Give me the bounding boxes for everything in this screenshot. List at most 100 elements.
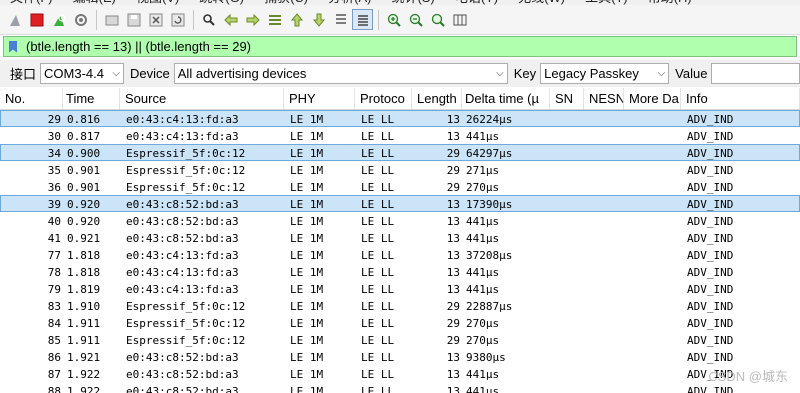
- table-cell: LE LL: [361, 232, 395, 245]
- table-cell: 441µs: [466, 266, 500, 279]
- table-row[interactable]: 88 1.922 e0:43:c8:52:bd:a3 LE 1M LE LL 13 441µ…: [0, 382, 800, 393]
- chevron-down-icon: ⌵: [112, 68, 121, 79]
- table-cell: [551, 264, 585, 279]
- table-cell: 64297µs: [466, 147, 513, 160]
- interface-bar: 接口 COM3-4.4 ⌵ Device All advertising devi…: [0, 60, 800, 87]
- table-cell: e0:43:c4:13:fd:a3: [126, 266, 239, 279]
- table-cell: 9380µs: [466, 351, 506, 364]
- table-cell: [625, 247, 682, 262]
- table-cell: 29: [446, 300, 460, 313]
- zoom-in-icon[interactable]: [383, 9, 404, 30]
- go-to-packet-icon[interactable]: [264, 9, 285, 30]
- key-label: Key: [513, 66, 537, 81]
- reload-icon[interactable]: [167, 9, 188, 30]
- table-row[interactable]: 84 1.911 Espressif_5f:0c:12 LE 1M LE LL 29 270…: [0, 314, 800, 331]
- table-row[interactable]: 39 0.920 e0:43:c8:52:bd:a3 LE 1M LE LL 13 1739…: [0, 195, 800, 212]
- table-cell: LE 1M: [290, 232, 324, 245]
- table-cell: LE LL: [361, 266, 395, 279]
- forward-icon[interactable]: [242, 9, 263, 30]
- table-cell: [625, 349, 682, 364]
- shark-fin-icon[interactable]: [4, 9, 25, 30]
- column-header[interactable]: Protoco: [355, 88, 412, 109]
- table-cell: 271µs: [466, 164, 500, 177]
- table-cell: 0.816: [67, 113, 101, 126]
- column-header[interactable]: Delta time (µ: [462, 88, 550, 109]
- key-select[interactable]: Legacy Passkey ⌵: [540, 63, 670, 84]
- table-row[interactable]: 40 0.920 e0:43:c8:52:bd:a3 LE 1M LE LL 13 441µ…: [0, 212, 800, 229]
- bookmark-icon[interactable]: [4, 37, 22, 56]
- column-header[interactable]: More Da: [624, 88, 681, 109]
- table-cell: [625, 298, 682, 313]
- table-cell: [585, 179, 625, 194]
- options-icon[interactable]: [70, 9, 91, 30]
- table-row[interactable]: 29 0.816 e0:43:c4:13:fd:a3 LE 1M LE LL 13 2622…: [0, 110, 800, 127]
- colorize-icon[interactable]: [352, 9, 373, 30]
- restart-icon[interactable]: [48, 9, 69, 30]
- table-row[interactable]: 35 0.901 Espressif_5f:0c:12 LE 1M LE LL 29 271…: [0, 161, 800, 178]
- table-cell: Espressif_5f:0c:12: [126, 164, 246, 177]
- autoscroll-icon[interactable]: [330, 9, 351, 30]
- table-cell: [585, 145, 625, 160]
- column-header[interactable]: Length: [412, 88, 462, 109]
- zoom-out-icon[interactable]: [405, 9, 426, 30]
- table-cell: [585, 349, 625, 364]
- table-cell: 83: [47, 300, 61, 313]
- find-icon[interactable]: [198, 9, 219, 30]
- table-cell: ADV_IND: [687, 147, 734, 160]
- table-cell: 1.921: [67, 351, 101, 364]
- interface-select[interactable]: COM3-4.4 ⌵: [40, 63, 125, 84]
- column-header[interactable]: No.: [0, 88, 63, 109]
- open-icon[interactable]: [101, 9, 122, 30]
- table-row[interactable]: 83 1.910 Espressif_5f:0c:12 LE 1M LE LL 29 228…: [0, 297, 800, 314]
- table-row[interactable]: 87 1.922 e0:43:c8:52:bd:a3 LE 1M LE LL 13 441µ…: [0, 365, 800, 382]
- column-header[interactable]: Source: [120, 88, 284, 109]
- resize-columns-icon[interactable]: [449, 9, 470, 30]
- table-cell: LE 1M: [290, 113, 324, 126]
- table-cell: [551, 162, 585, 177]
- table-cell: 36: [47, 181, 61, 194]
- column-header[interactable]: SN: [550, 88, 584, 109]
- close-file-icon[interactable]: [145, 9, 166, 30]
- table-cell: [625, 196, 682, 211]
- stop-icon[interactable]: [26, 9, 47, 30]
- value-input[interactable]: [711, 63, 800, 84]
- normal-size-icon[interactable]: [427, 9, 448, 30]
- table-row[interactable]: 36 0.901 Espressif_5f:0c:12 LE 1M LE LL 29 270…: [0, 178, 800, 195]
- back-icon[interactable]: [220, 9, 241, 30]
- table-cell: LE 1M: [290, 164, 324, 177]
- table-cell: 13: [446, 232, 460, 245]
- column-header[interactable]: Time: [63, 88, 120, 109]
- device-select[interactable]: All advertising devices ⌵: [173, 63, 508, 84]
- table-cell: [551, 111, 585, 126]
- table-cell: 40: [47, 215, 61, 228]
- column-header[interactable]: Info: [681, 88, 800, 109]
- table-row[interactable]: 34 0.900 Espressif_5f:0c:12 LE 1M LE LL 29 642…: [0, 144, 800, 161]
- toolbar-separator: [378, 9, 379, 30]
- interface-value: COM3-4.4: [44, 66, 104, 81]
- table-cell: LE 1M: [290, 334, 324, 347]
- table-cell: 78: [47, 266, 61, 279]
- table-cell: ADV_IND: [687, 198, 734, 211]
- table-cell: 1.910: [67, 300, 101, 313]
- table-cell: 1.911: [67, 317, 101, 330]
- table-cell: ADV_IND: [687, 130, 734, 143]
- display-filter-input[interactable]: (btle.length == 13) || (btle.length == 2…: [22, 39, 251, 54]
- table-cell: 1.818: [67, 266, 101, 279]
- last-packet-icon[interactable]: [308, 9, 329, 30]
- table-cell: Espressif_5f:0c:12: [126, 181, 246, 194]
- display-filter-bar[interactable]: (btle.length == 13) || (btle.length == 2…: [3, 36, 797, 57]
- main-toolbar: [0, 5, 800, 35]
- table-row[interactable]: 41 0.921 e0:43:c8:52:bd:a3 LE 1M LE LL 13 441µ…: [0, 229, 800, 246]
- column-header[interactable]: NESN: [584, 88, 624, 109]
- table-row[interactable]: 85 1.911 Espressif_5f:0c:12 LE 1M LE LL 29 270…: [0, 331, 800, 348]
- packet-list[interactable]: No. Time Source PHY Protoco Length Delta time …: [0, 88, 800, 393]
- table-row[interactable]: 86 1.921 e0:43:c8:52:bd:a3 LE 1M LE LL 13 9380…: [0, 348, 800, 365]
- table-cell: 34: [47, 147, 61, 160]
- table-row[interactable]: 78 1.818 e0:43:c4:13:fd:a3 LE 1M LE LL 13 441µ…: [0, 263, 800, 280]
- table-row[interactable]: 79 1.819 e0:43:c4:13:fd:a3 LE 1M LE LL 13 441µ…: [0, 280, 800, 297]
- column-header[interactable]: PHY: [284, 88, 355, 109]
- save-icon[interactable]: [123, 9, 144, 30]
- table-row[interactable]: 77 1.818 e0:43:c4:13:fd:a3 LE 1M LE LL 13 3720…: [0, 246, 800, 263]
- first-packet-icon[interactable]: [286, 9, 307, 30]
- table-row[interactable]: 30 0.817 e0:43:c4:13:fd:a3 LE 1M LE LL 13 441µ…: [0, 127, 800, 144]
